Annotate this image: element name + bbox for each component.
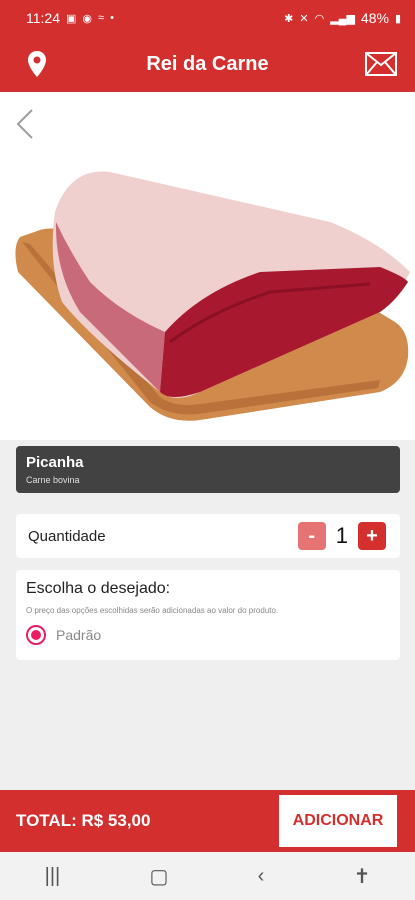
- product-category: Carne bovina: [26, 475, 80, 485]
- radio-selected-icon[interactable]: [26, 625, 46, 645]
- back-chevron-icon[interactable]: [14, 108, 38, 140]
- increase-button[interactable]: +: [358, 522, 386, 550]
- home-icon[interactable]: ▢: [149, 864, 168, 889]
- option-label: Padrão: [56, 627, 102, 643]
- recent-apps-icon[interactable]: |||: [45, 865, 61, 888]
- status-time: 11:24: [26, 10, 60, 26]
- product-name-card: Picanha Carne bovina: [16, 446, 400, 493]
- bluetooth-icon: ✱: [284, 12, 294, 25]
- media-icon: ◉: [82, 12, 93, 25]
- location-pin-icon[interactable]: [24, 50, 50, 78]
- image-icon: ▣: [66, 12, 77, 25]
- status-bar: 11:24 ▣ ◉ ≈ • ✱ ✕ ◠ ▂▄▆ 48% ▮: [0, 0, 415, 36]
- product-image-area: [0, 92, 415, 440]
- total-price: TOTAL: R$ 53,00: [16, 811, 151, 830]
- mail-icon[interactable]: [365, 52, 397, 76]
- app-bar: Rei da Carne: [0, 36, 415, 92]
- battery-level: 48%: [360, 10, 389, 26]
- wifi-icon: ◠: [314, 12, 325, 25]
- option-item[interactable]: Padrão: [26, 625, 390, 645]
- app-title: Rei da Carne: [146, 52, 269, 75]
- accessibility-icon[interactable]: ✝: [354, 864, 371, 889]
- decrease-button[interactable]: -: [297, 522, 326, 550]
- options-card: Escolha o desejado: O preço das opções e…: [16, 570, 400, 660]
- product-name: Picanha: [26, 454, 84, 471]
- quantity-card: Quantidade - 1 +: [16, 514, 400, 558]
- cast-icon: ≈: [98, 12, 105, 24]
- bottom-bar: TOTAL: R$ 53,00 ADICIONAR: [0, 790, 415, 852]
- battery-icon: ▮: [394, 12, 401, 25]
- quantity-value: 1: [335, 523, 348, 548]
- system-nav-bar: ||| ▢ ‹ ✝: [0, 852, 415, 900]
- signal-icon: ▂▄▆: [330, 12, 355, 25]
- product-image: [15, 171, 411, 421]
- options-note: O preço das opções escolhidas serão adic…: [26, 606, 279, 615]
- add-button[interactable]: ADICIONAR: [279, 795, 397, 847]
- dot-icon: •: [110, 12, 114, 24]
- quantity-stepper: - 1 +: [297, 522, 386, 550]
- back-icon[interactable]: ‹: [258, 865, 265, 888]
- options-title: Escolha o desejado:: [26, 580, 171, 597]
- quantity-label: Quantidade: [28, 527, 106, 545]
- mute-icon: ✕: [299, 12, 309, 25]
